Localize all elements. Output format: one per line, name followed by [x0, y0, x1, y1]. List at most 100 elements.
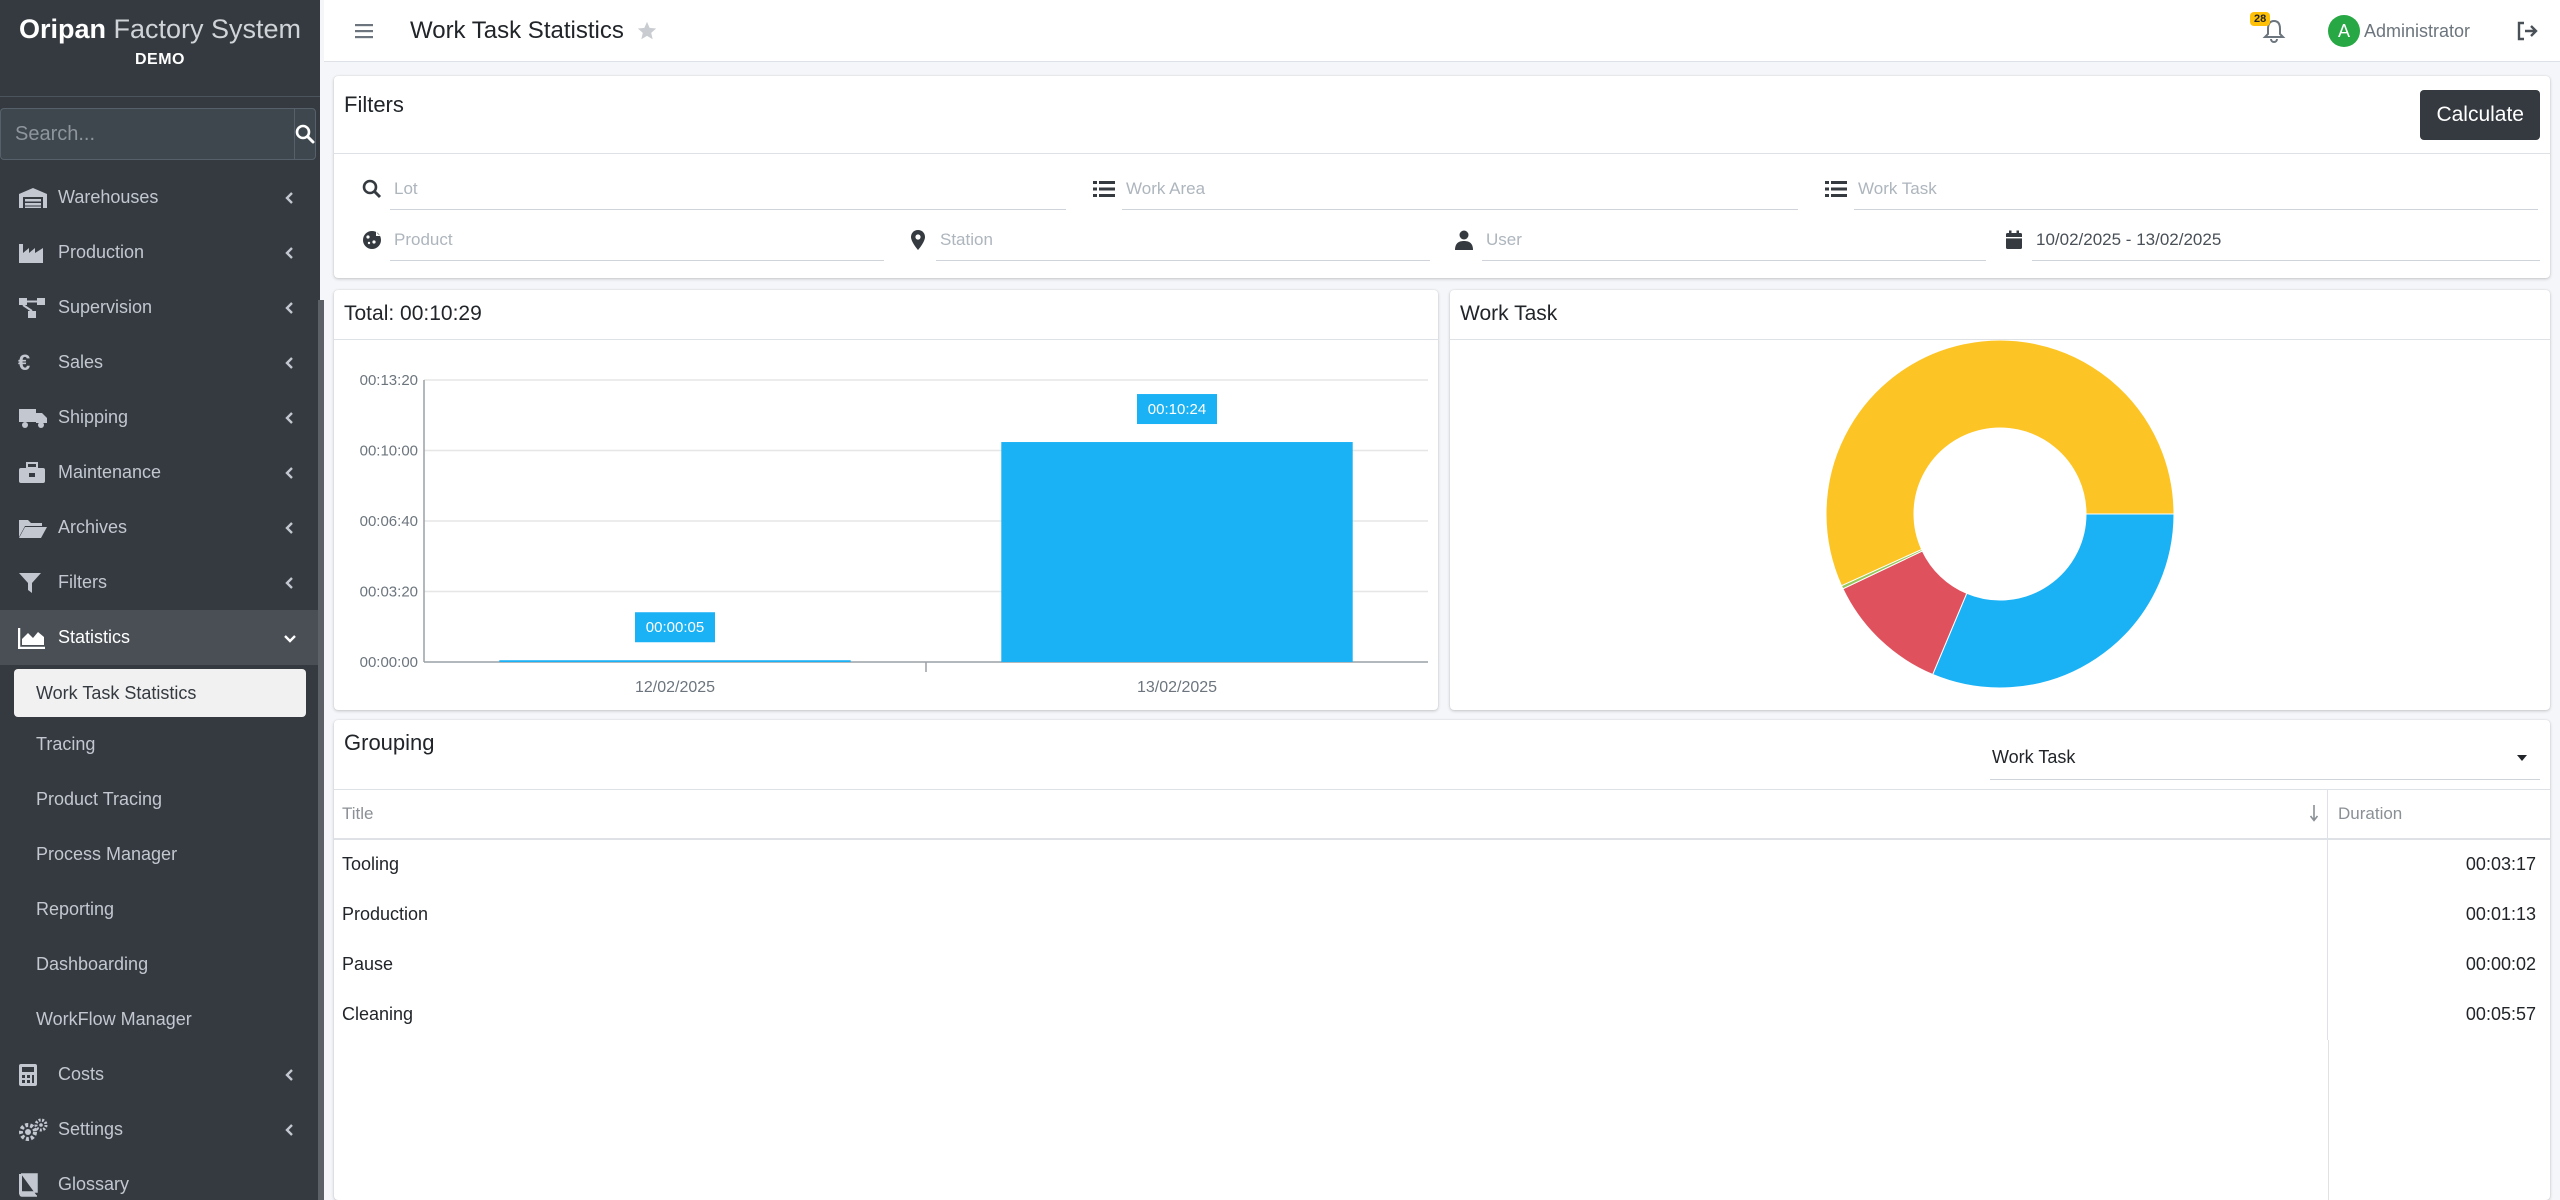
filters-card: Filters Calculate	[334, 76, 2550, 278]
search-button[interactable]	[294, 108, 316, 160]
sidebar-subitem-product-tracing[interactable]: Product Tracing	[0, 772, 320, 827]
favorite-star-icon[interactable]	[636, 20, 658, 42]
industry-icon	[18, 241, 52, 265]
row-duration: 00:01:13	[2465, 904, 2536, 924]
euro-icon: €	[18, 349, 31, 375]
book-icon	[18, 1172, 52, 1197]
x-tick-label: 13/02/2025	[1137, 679, 1217, 696]
sidebar-nav: Warehouses Production Supervision € Sale…	[0, 170, 320, 1200]
work-task-pie-chart-card: Work Task	[1450, 290, 2550, 710]
sidebar-item-production[interactable]: Production	[0, 225, 320, 280]
sidebar-subitem-reporting[interactable]: Reporting	[0, 882, 320, 937]
chevron-left-icon	[285, 521, 293, 534]
lot-filter	[354, 168, 1066, 210]
grouping-select[interactable]: Work Task	[1990, 736, 2540, 780]
sidebar-item-statistics[interactable]: Statistics	[0, 610, 320, 665]
row-duration: 00:03:17	[2465, 854, 2536, 874]
column-header-duration[interactable]: Duration	[2328, 790, 2550, 838]
sidebar-item-archives[interactable]: Archives	[0, 500, 320, 555]
sidebar-item-filters[interactable]: Filters	[0, 555, 320, 610]
sidebar-item-label: Filters	[58, 572, 107, 592]
product-input[interactable]	[390, 219, 884, 261]
notifications-button[interactable]: 28	[2249, 12, 2288, 46]
bar	[499, 660, 851, 662]
column-header-title[interactable]: Title	[334, 790, 2328, 838]
sidebar-item-maintenance[interactable]: Maintenance	[0, 445, 320, 500]
user-input[interactable]	[1482, 219, 1986, 261]
calculator-icon	[18, 1063, 52, 1087]
menu-toggle-icon[interactable]	[350, 23, 378, 39]
sidebar-item-label: Archives	[58, 517, 128, 537]
brand-name: Oripan Factory System	[18, 14, 302, 44]
bar-chart-header: Total: 00:10:29	[334, 290, 1438, 340]
avatar[interactable]: A	[2327, 15, 2360, 47]
search-icon	[354, 179, 390, 199]
cookie-icon	[354, 230, 390, 250]
warehouse-icon	[18, 186, 52, 210]
y-tick-label: 00:06:40	[360, 513, 418, 530]
grouping-header: Grouping Work Task	[334, 720, 2550, 790]
work-task-input[interactable]	[1854, 168, 2538, 210]
logout-icon[interactable]	[2516, 21, 2538, 41]
sidebar-item-settings[interactable]: Settings	[0, 1102, 320, 1157]
product-filter	[354, 219, 884, 261]
sidebar-subitem-dashboarding[interactable]: Dashboarding	[0, 937, 320, 992]
sidebar-item-glossary[interactable]: Glossary	[0, 1157, 320, 1200]
sidebar-subitem-workflow-manager[interactable]: WorkFlow Manager	[0, 992, 320, 1047]
sidebar-scrollbar[interactable]	[318, 300, 324, 1200]
y-tick-label: 00:13:20	[360, 372, 418, 389]
date-range-input[interactable]	[2032, 219, 2540, 261]
user-name[interactable]: Administrator	[2364, 21, 2470, 42]
row-title: Tooling	[334, 840, 2328, 890]
table-row[interactable]: Cleaning 00:05:57	[334, 990, 2550, 1040]
calculate-button[interactable]: Calculate	[2420, 89, 2540, 140]
sidebar-subitem-process-manager[interactable]: Process Manager	[0, 827, 320, 882]
row-title: Cleaning	[334, 990, 2328, 1040]
date-range-filter	[1996, 219, 2540, 261]
chevron-left-icon	[285, 1068, 293, 1081]
station-input[interactable]	[936, 219, 1430, 261]
donut-slice	[1932, 513, 2175, 689]
sidebar: Oripan Factory System DEMO Warehouses Pr…	[0, 0, 320, 1200]
folder-open-icon	[18, 516, 52, 540]
top-navbar: Work Task Statistics 28 A Administrator	[324, 0, 2560, 62]
sidebar-subitem-tracing[interactable]: Tracing	[0, 717, 320, 772]
column-title-label: Title	[342, 804, 374, 823]
sidebar-item-supervision[interactable]: Supervision	[0, 280, 320, 335]
sidebar-item-label: Glossary	[58, 1174, 130, 1194]
brand[interactable]: Oripan Factory System DEMO	[0, 0, 320, 97]
sidebar-item-warehouses[interactable]: Warehouses	[0, 170, 320, 225]
bar-chart-title: Total: 00:10:29	[344, 302, 482, 325]
sidebar-subitem-work-task-statistics[interactable]: Work Task Statistics	[14, 669, 306, 717]
work-area-input[interactable]	[1122, 168, 1798, 210]
sidebar-item-sales[interactable]: € Sales	[0, 335, 320, 390]
pie-chart-title: Work Task	[1460, 302, 1558, 325]
sidebar-item-shipping[interactable]: Shipping	[0, 390, 320, 445]
sidebar-item-label: Statistics	[58, 627, 131, 647]
sidebar-item-label: Shipping	[58, 407, 129, 427]
sort-arrow-icon[interactable]	[2309, 804, 2319, 822]
table-row[interactable]: Tooling 00:03:17	[334, 840, 2550, 890]
total-bar-chart-card: Total: 00:10:29 00:00:00 00:03:20 00:06:40…	[334, 290, 1438, 710]
data-label: 00:00:05	[646, 619, 704, 636]
map-marker-icon	[900, 229, 936, 251]
user-icon	[1446, 230, 1482, 250]
grouping-table-body: Tooling 00:03:17 Production 00:01:13 Pau…	[334, 840, 2550, 1200]
donut-chart	[1825, 340, 2175, 689]
sidebar-search-input[interactable]	[0, 108, 294, 160]
row-duration: 00:00:02	[2465, 954, 2536, 974]
sidebar-item-label: Settings	[58, 1119, 124, 1139]
chevron-left-icon	[285, 466, 293, 479]
pie-chart-header: Work Task	[1450, 290, 2550, 340]
row-title: Production	[334, 890, 2328, 940]
table-row[interactable]: Pause 00:00:02	[334, 940, 2550, 990]
filters-card-header: Filters Calculate	[334, 76, 2550, 154]
table-row[interactable]: Production 00:01:13	[334, 890, 2550, 940]
chevron-left-icon	[285, 191, 293, 204]
filters-title: Filters	[344, 91, 404, 117]
sidebar-item-costs[interactable]: Costs	[0, 1047, 320, 1102]
list-icon	[1818, 180, 1854, 198]
grouping-title: Grouping	[344, 730, 435, 755]
lot-input[interactable]	[390, 168, 1066, 210]
sidebar-item-label: Costs	[58, 1064, 105, 1084]
